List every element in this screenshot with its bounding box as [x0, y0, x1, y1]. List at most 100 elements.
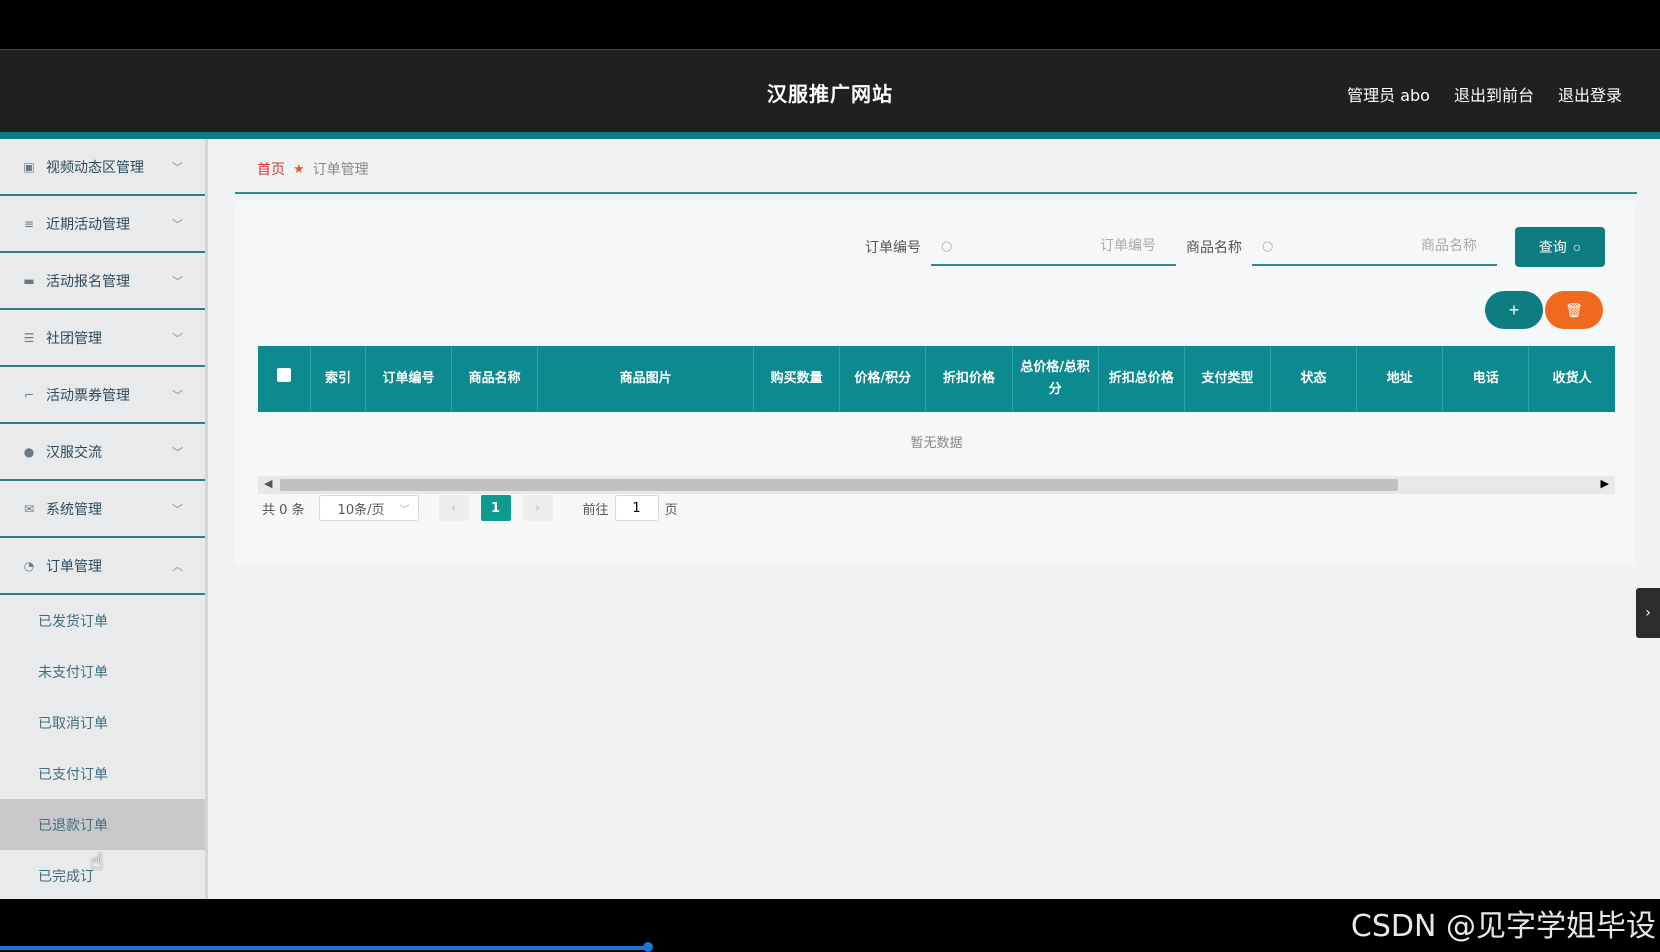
side-drawer-handle[interactable]: › [1636, 588, 1660, 638]
submenu-completed-orders[interactable]: 已完成订 [0, 850, 205, 899]
column-header[interactable]: 折扣价格 [925, 346, 1013, 412]
app-body: ▣ 视频动态区管理 ﹀ ≡ 近期活动管理 ﹀ ▬ 活动报名管理 ﹀ ☰ 社团管理… [0, 139, 1660, 899]
column-header[interactable]: 索引 [310, 346, 366, 412]
chevron-down-icon: ﹀ [172, 388, 183, 402]
watermark: CSDN @见字学姐毕设 [1350, 909, 1656, 944]
trash-icon: 🗑 [1565, 301, 1583, 318]
sidebar-item-activity-signup[interactable]: ▬ 活动报名管理 ﹀ [0, 253, 205, 310]
empty-text: 暂无数据 [910, 436, 963, 451]
column-header[interactable]: 商品图片 [537, 346, 755, 412]
column-header[interactable]: 地址 [1356, 346, 1444, 412]
chevron-down-icon: ﹀ [172, 274, 183, 288]
star-icon: ★ [293, 161, 305, 177]
sidebar-item-clubs[interactable]: ☰ 社团管理 ﹀ [0, 310, 205, 367]
order-no-input[interactable] [931, 237, 1176, 255]
table-actions: + 🗑 [1485, 291, 1603, 329]
chevron-down-icon: ﹀ [172, 160, 183, 174]
crop-icon: ⌐ [23, 387, 35, 402]
chevron-down-icon: ﹀ [399, 504, 410, 516]
list-icon: ≡ [23, 216, 35, 231]
chevron-right-icon: › [1645, 605, 1651, 621]
chat-icon: ▬ [23, 273, 35, 288]
sidebar-item-hanfu-exchange[interactable]: ● 汉服交流 ﹀ [0, 424, 205, 481]
sidebar-item-tickets[interactable]: ⌐ 活动票券管理 ﹀ [0, 367, 205, 424]
orders-submenu: 已发货订单 未支付订单 已取消订单 已支付订单 已退款订单 已完成订 [0, 595, 205, 899]
order-table: 索引 订单编号 商品名称 商品图片 购买数量 价格/积分 折扣价格 总价格/总积… [258, 346, 1615, 476]
chevron-down-icon: ﹀ [172, 502, 183, 516]
select-all-checkbox[interactable] [277, 368, 292, 382]
header-actions: 管理员 abo 退出到前台 退出登录 [1347, 82, 1622, 106]
column-header[interactable]: 购买数量 [753, 346, 841, 412]
sidebar: ▣ 视频动态区管理 ﹀ ≡ 近期活动管理 ﹀ ▬ 活动报名管理 ﹀ ☰ 社团管理… [0, 139, 208, 899]
sidebar-item-video-dynamics[interactable]: ▣ 视频动态区管理 ﹀ [0, 139, 205, 196]
user-icon: ● [23, 444, 35, 459]
gauge-icon: ◔ [23, 558, 35, 573]
submenu-paid-orders[interactable]: 已支付订单 [0, 748, 205, 799]
page-suffix: 页 [664, 502, 678, 518]
submenu-unpaid-orders[interactable]: 未支付订单 [0, 646, 205, 697]
query-button[interactable]: 查询 ○ [1515, 227, 1605, 267]
clipboard-icon: ▣ [23, 159, 35, 174]
product-name-label: 商品名称 [1186, 240, 1242, 256]
sidebar-item-orders[interactable]: ◔ 订单管理 ︿ [0, 538, 205, 595]
mail-icon: ✉ [23, 501, 35, 516]
order-no-field: ○ [931, 228, 1176, 266]
goto-page: 前往 页 [583, 495, 678, 521]
prev-page-button[interactable]: ‹ [438, 495, 469, 521]
exit-to-frontend-link[interactable]: 退出到前台 [1454, 82, 1534, 106]
column-header[interactable]: 状态 [1270, 346, 1358, 412]
add-button[interactable]: + [1485, 291, 1543, 329]
search-icon: ○ [941, 238, 953, 254]
app-header: 汉服推广网站 管理员 abo 退出到前台 退出登录 [0, 50, 1660, 132]
product-name-input[interactable] [1252, 237, 1497, 255]
submenu-refunded-orders[interactable]: 已退款订单 [0, 799, 205, 850]
search-icon: ○ [1262, 238, 1274, 254]
column-header[interactable]: 价格/积分 [839, 346, 927, 412]
sidebar-item-label: 汉服交流 [46, 444, 102, 461]
arrow-left-icon[interactable]: ◀ [264, 477, 272, 490]
sidebar-item-label: 近期活动管理 [46, 216, 130, 233]
breadcrumb-current: 订单管理 [312, 162, 369, 178]
screen-top-bar [0, 0, 1660, 50]
order-table-wrap: 索引 订单编号 商品名称 商品图片 购买数量 价格/积分 折扣价格 总价格/总积… [258, 346, 1615, 494]
admin-user-label[interactable]: 管理员 abo [1347, 82, 1430, 106]
next-page-button[interactable]: › [522, 495, 553, 521]
sidebar-item-recent-activities[interactable]: ≡ 近期活动管理 ﹀ [0, 196, 205, 253]
chevron-down-icon: ﹀ [172, 217, 183, 231]
chevron-down-icon: ﹀ [172, 331, 183, 345]
logout-link[interactable]: 退出登录 [1558, 82, 1622, 106]
arrow-right-icon[interactable]: ▶ [1601, 477, 1609, 490]
search-icon: ○ [1572, 239, 1582, 255]
select-all-header [258, 346, 312, 412]
goto-label: 前往 [582, 502, 609, 518]
column-header[interactable]: 总价格/总积分 [1012, 346, 1099, 412]
video-progress-bar[interactable] [0, 946, 650, 950]
scrollbar-thumb[interactable] [280, 479, 1398, 491]
column-header[interactable]: 电话 [1442, 346, 1530, 412]
column-header[interactable]: 商品名称 [451, 346, 539, 412]
video-progress-handle[interactable] [643, 942, 653, 952]
submenu-cancelled-orders[interactable]: 已取消订单 [0, 697, 205, 748]
table-header-row: 索引 订单编号 商品名称 商品图片 购买数量 价格/积分 折扣价格 总价格/总积… [258, 346, 1615, 412]
breadcrumb-home[interactable]: 首页 [257, 159, 285, 179]
sidebar-item-system[interactable]: ✉ 系统管理 ﹀ [0, 481, 205, 538]
page-number[interactable]: 1 [480, 495, 511, 521]
column-header[interactable]: 订单编号 [365, 346, 453, 412]
breadcrumb: 首页 ★ 订单管理 [257, 159, 369, 179]
sidebar-item-label: 订单管理 [46, 558, 102, 575]
query-button-label: 查询 [1538, 239, 1567, 255]
sidebar-item-label: 视频动态区管理 [46, 159, 144, 176]
sliders-icon: ☰ [23, 330, 35, 345]
horizontal-scrollbar[interactable]: ◀ ▶ [258, 476, 1615, 494]
plus-icon: + [1508, 299, 1520, 320]
screen-bottom-bar: CSDN @见字学姐毕设 [0, 899, 1660, 952]
goto-page-input[interactable] [614, 495, 659, 521]
sidebar-item-label: 社团管理 [46, 330, 102, 347]
page-size-select[interactable]: 10条/页 ﹀ [318, 495, 419, 521]
total-count: 共 0 条 [262, 502, 305, 518]
delete-button[interactable]: 🗑 [1545, 291, 1603, 329]
column-header[interactable]: 支付类型 [1184, 346, 1271, 412]
column-header[interactable]: 折扣总价格 [1098, 346, 1185, 412]
sidebar-item-label: 活动报名管理 [46, 273, 130, 290]
submenu-shipped-orders[interactable]: 已发货订单 [0, 595, 205, 646]
